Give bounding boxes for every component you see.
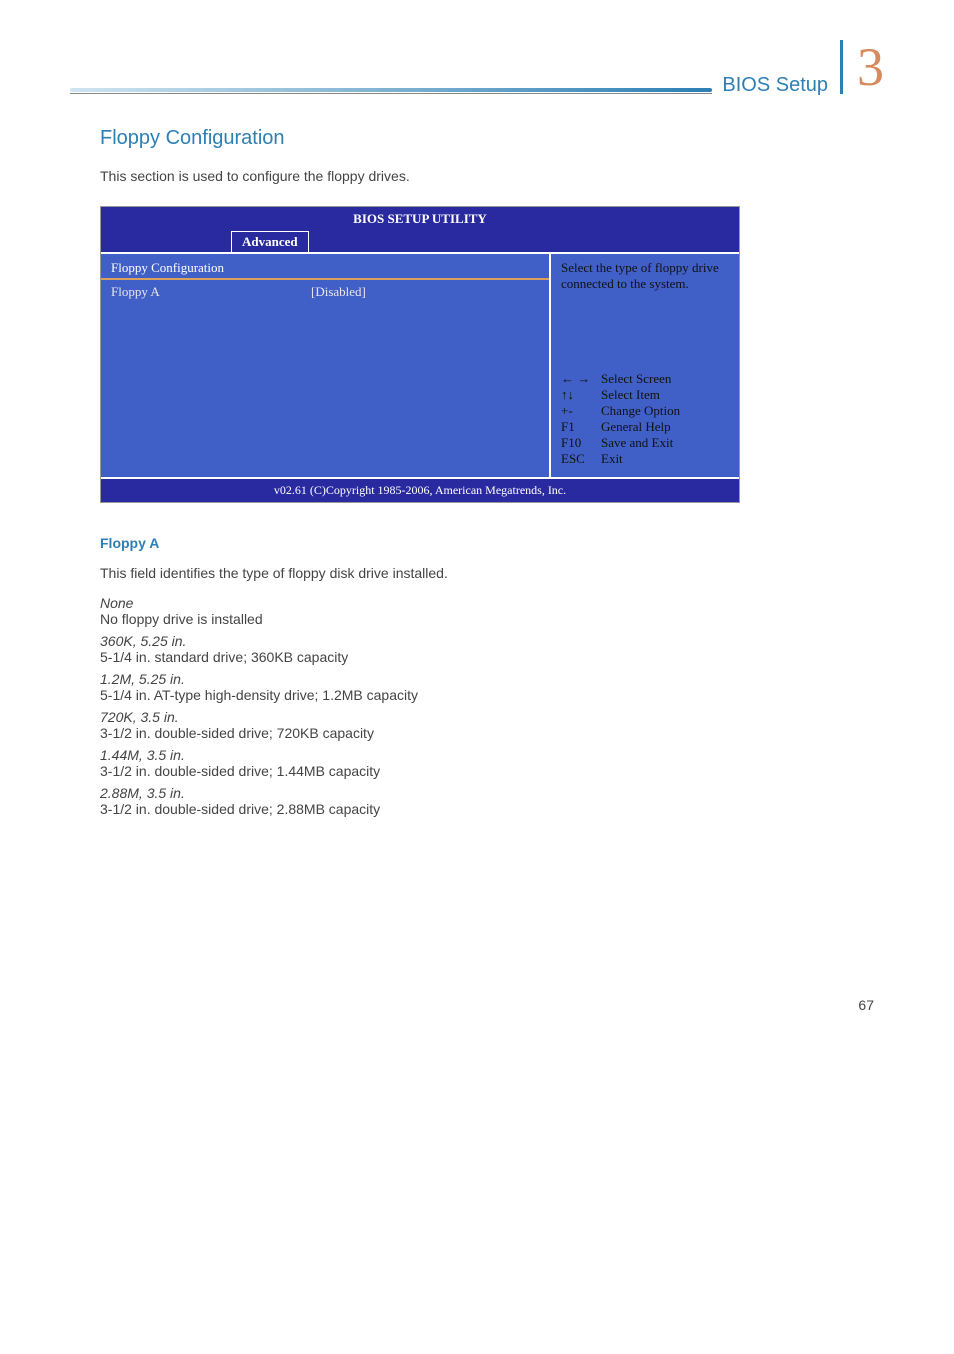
option-desc: No floppy drive is installed	[100, 611, 884, 627]
bios-key-desc: General Help	[601, 419, 671, 435]
bios-key-row: +- Change Option	[561, 403, 729, 419]
header-title: BIOS Setup	[722, 74, 828, 97]
header-rule	[70, 88, 712, 94]
bios-key-sym: ESC	[561, 451, 601, 467]
bios-footer: v02.61 (C)Copyright 1985-2006, American …	[101, 477, 739, 502]
bios-setting-value: [Disabled]	[311, 284, 366, 300]
section-intro: This section is used to configure the fl…	[100, 168, 884, 184]
bios-key-sym: ↑↓	[561, 387, 601, 403]
bios-title: BIOS SETUP UTILITY	[101, 207, 739, 231]
option-block: 1.2M, 5.25 in. 5-1/4 in. AT-type high-de…	[100, 671, 884, 703]
bios-section-label: Floppy Configuration	[101, 254, 549, 280]
page-number: 67	[70, 997, 874, 1013]
bios-left-pane: Floppy Configuration Floppy A [Disabled]	[101, 252, 549, 477]
floppy-a-heading: Floppy A	[100, 535, 884, 551]
bios-key-list: ← → Select Screen ↑↓ Select Item +- Chan…	[561, 291, 729, 467]
bios-key-sym: ← →	[561, 371, 601, 387]
option-name: 720K, 3.5 in.	[100, 709, 884, 725]
bios-right-pane: Select the type of floppy drive connecte…	[549, 252, 739, 477]
bios-body: Floppy Configuration Floppy A [Disabled]…	[101, 252, 739, 477]
bios-key-row: ESC Exit	[561, 451, 729, 467]
option-desc: 3-1/2 in. double-sided drive; 720KB capa…	[100, 725, 884, 741]
option-block: None No floppy drive is installed	[100, 595, 884, 627]
option-desc: 5-1/4 in. standard drive; 360KB capacity	[100, 649, 884, 665]
option-desc: 3-1/2 in. double-sided drive; 2.88MB cap…	[100, 801, 884, 817]
option-desc: 3-1/2 in. double-sided drive; 1.44MB cap…	[100, 763, 884, 779]
bios-tab-advanced: Advanced	[231, 231, 309, 252]
bios-key-desc: Exit	[601, 451, 623, 467]
bios-key-sym: F10	[561, 435, 601, 451]
bios-key-desc: Select Screen	[601, 371, 671, 387]
bios-key-desc: Select Item	[601, 387, 660, 403]
option-block: 720K, 3.5 in. 3-1/2 in. double-sided dri…	[100, 709, 884, 741]
bios-setting-row: Floppy A [Disabled]	[101, 280, 549, 420]
bios-screenshot: BIOS SETUP UTILITY Advanced Floppy Confi…	[100, 206, 740, 503]
floppy-a-intro: This field identifies the type of floppy…	[100, 565, 884, 581]
bios-key-row: F1 General Help	[561, 419, 729, 435]
option-name: 1.2M, 5.25 in.	[100, 671, 884, 687]
bios-key-sym: F1	[561, 419, 601, 435]
option-desc: 5-1/4 in. AT-type high-density drive; 1.…	[100, 687, 884, 703]
bios-key-sym: +-	[561, 403, 601, 419]
option-block: 360K, 5.25 in. 5-1/4 in. standard drive;…	[100, 633, 884, 665]
option-name: 2.88M, 3.5 in.	[100, 785, 884, 801]
section-heading: Floppy Configuration	[100, 127, 884, 150]
bios-key-desc: Save and Exit	[601, 435, 673, 451]
option-block: 1.44M, 3.5 in. 3-1/2 in. double-sided dr…	[100, 747, 884, 779]
chapter-number: 3	[840, 40, 884, 94]
option-name: 360K, 5.25 in.	[100, 633, 884, 649]
bios-setting-label: Floppy A	[111, 284, 311, 300]
bios-key-row: ↑↓ Select Item	[561, 387, 729, 403]
bios-tab-row: Advanced	[101, 231, 739, 252]
option-name: None	[100, 595, 884, 611]
bios-key-row: F10 Save and Exit	[561, 435, 729, 451]
option-name: 1.44M, 3.5 in.	[100, 747, 884, 763]
bios-help-text: Select the type of floppy drive connecte…	[561, 260, 729, 291]
bios-key-row: ← → Select Screen	[561, 371, 729, 387]
page-header: BIOS Setup 3	[70, 40, 884, 97]
option-block: 2.88M, 3.5 in. 3-1/2 in. double-sided dr…	[100, 785, 884, 817]
bios-key-desc: Change Option	[601, 403, 680, 419]
